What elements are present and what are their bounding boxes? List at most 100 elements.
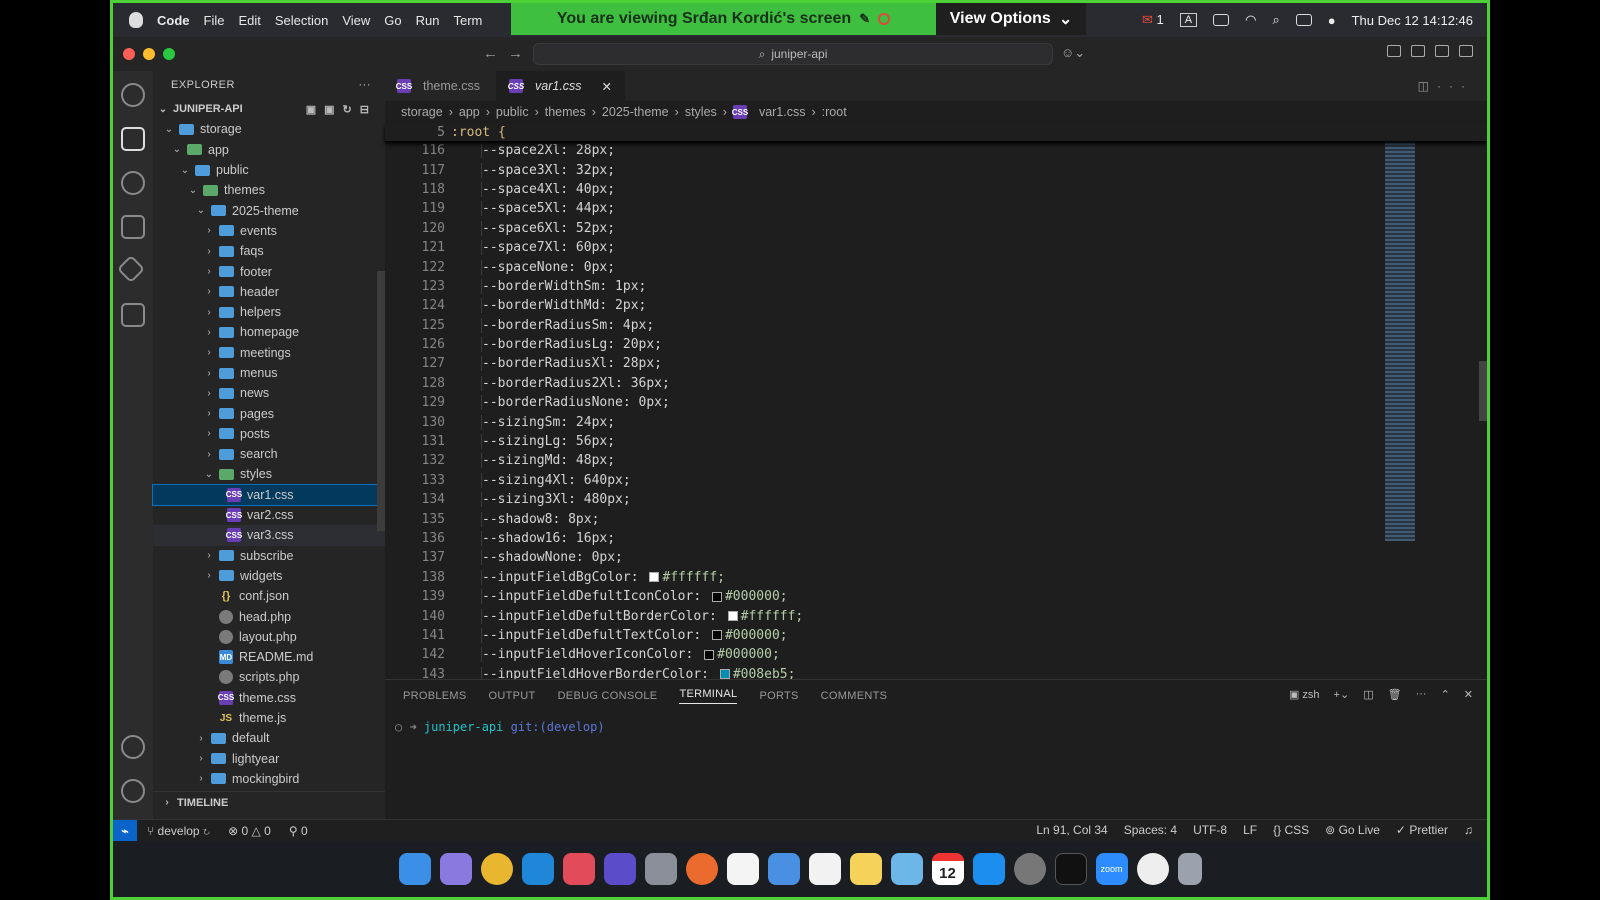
- code-line[interactable]: 122 --spaceNone: 0px;: [385, 257, 1487, 276]
- slack-icon[interactable]: [562, 853, 595, 885]
- panel-tab[interactable]: DEBUG CONSOLE: [558, 690, 658, 702]
- account-icon[interactable]: [121, 735, 145, 759]
- toggle-sidebar-icon[interactable]: [1411, 45, 1425, 57]
- code-line[interactable]: 141 --inputFieldDefultTextColor: #000000;: [385, 626, 1487, 645]
- code-line[interactable]: 129 --borderRadiusNone: 0px;: [385, 393, 1487, 412]
- zoom-window-button[interactable]: [163, 48, 175, 60]
- tree-folder[interactable]: › footer: [153, 261, 385, 281]
- chrome-icon[interactable]: [480, 853, 513, 885]
- tree-folder[interactable]: ⌄ public: [153, 160, 385, 180]
- more-actions-icon[interactable]: ···: [359, 79, 372, 91]
- gear-icon[interactable]: [121, 779, 145, 803]
- search-icon[interactable]: [121, 83, 145, 107]
- menu-app-name[interactable]: Code: [157, 13, 190, 28]
- tree-folder[interactable]: › homepage: [153, 322, 385, 342]
- bell-icon[interactable]: ♫: [1464, 823, 1473, 837]
- tree-folder[interactable]: › widgets: [153, 566, 385, 586]
- go-live-button[interactable]: ⊚ Go Live: [1325, 823, 1380, 837]
- indentation[interactable]: Spaces: 4: [1124, 823, 1177, 837]
- code-line[interactable]: 135 --shadow8: 8px;: [385, 509, 1487, 528]
- branch-status[interactable]: ⑂ develop ↻: [147, 824, 210, 838]
- siri-icon[interactable]: ●: [1328, 13, 1336, 28]
- code-line[interactable]: 132 --sizingMd: 48px;: [385, 451, 1487, 470]
- launchpad-icon[interactable]: [439, 853, 472, 885]
- code-line[interactable]: 126 --borderRadiusLg: 20px;: [385, 335, 1487, 354]
- vscode-icon[interactable]: [521, 853, 554, 885]
- language-mode[interactable]: {} CSS: [1273, 823, 1309, 837]
- nav-arrows[interactable]: ←→: [483, 45, 533, 62]
- code-line[interactable]: 120 --space6Xl: 52px;: [385, 219, 1487, 238]
- code-lines[interactable]: 116 --space2Xl: 28px; 117 --space3Xl: 32px;…: [385, 141, 1487, 679]
- panel-tab[interactable]: PROBLEMS: [403, 690, 467, 702]
- minimize-window-button[interactable]: [143, 48, 155, 60]
- record-icon[interactable]: [878, 13, 891, 25]
- tree-folder[interactable]: ⌄ 2025-theme: [153, 200, 385, 220]
- tree-folder[interactable]: ⌄ storage: [153, 119, 385, 139]
- system-settings-icon[interactable]: [1013, 853, 1046, 885]
- editor-scrollbar[interactable]: [1479, 361, 1487, 421]
- menu-edit[interactable]: Edit: [238, 13, 260, 28]
- color-swatch[interactable]: [704, 649, 715, 660]
- tree-file[interactable]: {} conf.json: [153, 586, 385, 606]
- tree-folder[interactable]: › meetings: [153, 343, 385, 363]
- firefox-icon[interactable]: [685, 853, 718, 885]
- command-center-search[interactable]: ⌕ juniper-api: [533, 43, 1053, 65]
- code-line[interactable]: 130 --sizingSm: 24px;: [385, 412, 1487, 431]
- trash-icon[interactable]: [1177, 853, 1202, 885]
- code-line[interactable]: 143 --inputFieldHoverBorderColor: #008eb5…: [385, 665, 1487, 679]
- code-line[interactable]: 117 --space3Xl: 32px;: [385, 160, 1487, 179]
- mail-icon[interactable]: ✉ 1: [1142, 12, 1164, 28]
- line-ending[interactable]: LF: [1243, 823, 1257, 837]
- mail-icon[interactable]: [767, 853, 800, 885]
- problems-status[interactable]: ⊗ 0 △ 0: [228, 824, 271, 838]
- notes-icon[interactable]: [849, 853, 882, 885]
- terminal-shell-icon[interactable]: ▣ zsh: [1289, 688, 1320, 701]
- control-center-icon[interactable]: [1295, 14, 1312, 26]
- sticky-scroll-header[interactable]: 5 :root {: [385, 123, 1487, 141]
- more-actions-icon[interactable]: ···: [1416, 688, 1427, 701]
- tab-theme-css[interactable]: CSS theme.css: [385, 71, 497, 101]
- code-line[interactable]: 121 --space7Xl: 60px;: [385, 238, 1487, 257]
- code-line[interactable]: 140 --inputFieldDefultBorderColor: #fffff…: [385, 606, 1487, 625]
- tree-folder[interactable]: › pages: [153, 403, 385, 423]
- breadcrumb-item[interactable]: storage: [401, 105, 443, 119]
- clock[interactable]: Thu Dec 12 14:12:46: [1352, 13, 1473, 28]
- preview-icon[interactable]: [890, 853, 923, 885]
- database-icon[interactable]: [644, 853, 677, 885]
- cursor-position[interactable]: Ln 91, Col 34: [1036, 823, 1107, 837]
- explorer-icon[interactable]: [121, 127, 145, 151]
- tree-folder[interactable]: › lightyear: [153, 749, 385, 769]
- tree-folder[interactable]: ⌄ app: [153, 140, 385, 160]
- color-swatch[interactable]: [711, 630, 722, 641]
- color-swatch[interactable]: [649, 572, 660, 583]
- code-line[interactable]: 116 --space2Xl: 28px;: [385, 141, 1487, 160]
- tree-folder[interactable]: › posts: [153, 424, 385, 444]
- terminal-output[interactable]: ○ ➜ juniper-api git:(develop): [385, 712, 1487, 742]
- panel-tab[interactable]: OUTPUT: [489, 690, 536, 702]
- code-line[interactable]: 123 --borderWidthSm: 1px;: [385, 277, 1487, 296]
- cursor-app-icon[interactable]: [726, 853, 759, 885]
- tree-file[interactable]: CSS var3.css: [153, 525, 385, 546]
- calendar-icon[interactable]: 12: [931, 853, 964, 885]
- finder-icon[interactable]: [398, 853, 431, 885]
- magnifier-icon[interactable]: [1136, 853, 1169, 885]
- source-control-icon[interactable]: [121, 171, 145, 195]
- copilot-icon[interactable]: ☺⌄: [1061, 45, 1085, 61]
- tree-folder[interactable]: › news: [153, 383, 385, 403]
- zoom-icon[interactable]: zoom: [1095, 853, 1128, 885]
- color-swatch[interactable]: [719, 669, 730, 679]
- tree-folder[interactable]: › faqs: [153, 241, 385, 261]
- minimap[interactable]: [1385, 131, 1415, 541]
- split-terminal-icon[interactable]: ◫: [1363, 688, 1373, 701]
- tree-folder[interactable]: › mockingbird: [153, 769, 385, 789]
- input-source-icon[interactable]: A: [1179, 13, 1198, 27]
- explorer-actions[interactable]: ▣▣↻⊟: [306, 103, 377, 116]
- code-line[interactable]: 118 --space4Xl: 40px;: [385, 180, 1487, 199]
- menu-terminal[interactable]: Term: [454, 13, 483, 28]
- remote-explorer-icon[interactable]: [121, 303, 145, 327]
- breadcrumb-item[interactable]: :root: [822, 105, 847, 119]
- tree-file[interactable]: CSS var1.css: [152, 483, 386, 506]
- sidebar-scrollbar[interactable]: [377, 271, 385, 531]
- code-line[interactable]: 124 --borderWidthMd: 2px;: [385, 296, 1487, 315]
- wifi-icon[interactable]: ◠: [1245, 12, 1256, 28]
